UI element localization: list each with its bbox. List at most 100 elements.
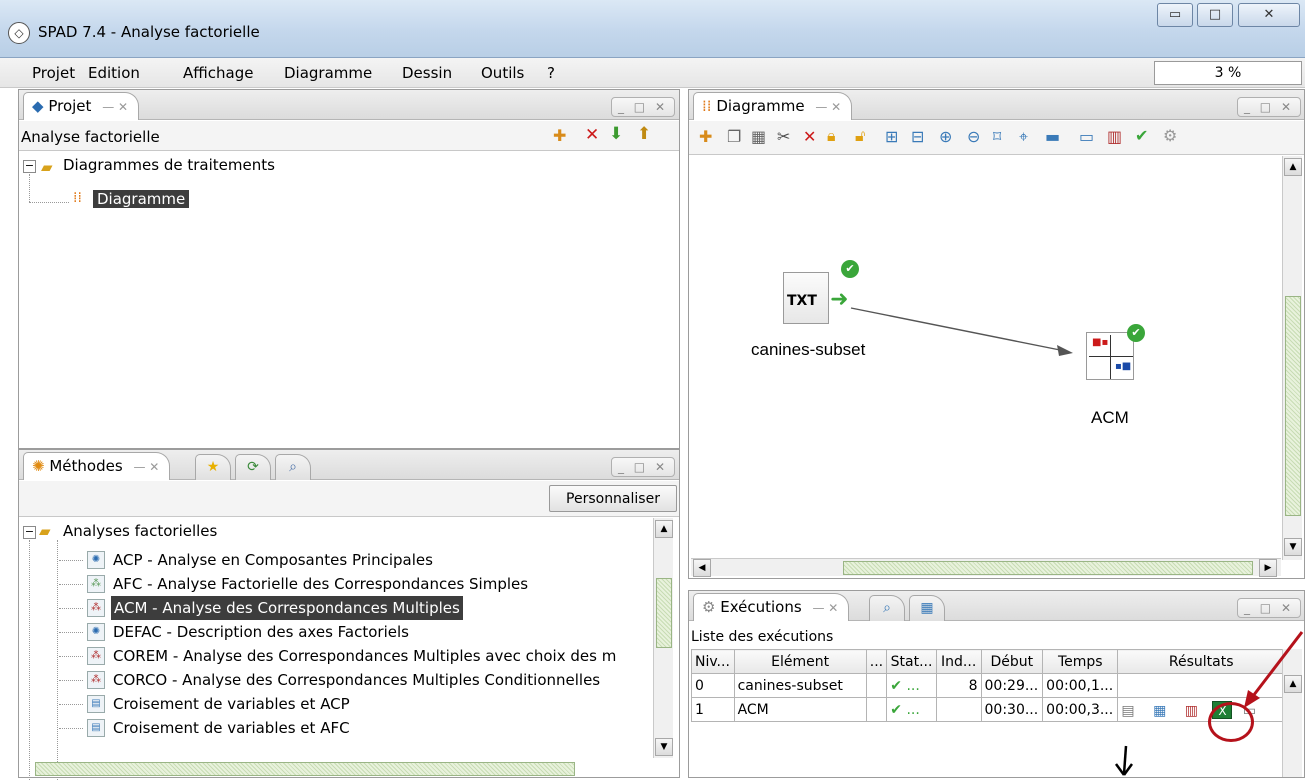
table-row[interactable]: 1 ACM ✔ ... 00:30... 00:00,3... ▤ ▦ ▥ X …	[691, 697, 1285, 722]
layout-icon[interactable]: ⊞	[885, 127, 898, 146]
settings-gear-icon[interactable]: ⚙	[1163, 126, 1177, 145]
copy-icon[interactable]: ❐	[727, 127, 741, 146]
refresh-tab-icon[interactable]: ⟳	[235, 454, 271, 480]
panel-minmax-buttons[interactable]: _ □ ✕	[611, 457, 675, 477]
center-icon[interactable]: ⌖	[1019, 127, 1028, 147]
chart-result-icon[interactable]: ▥	[1185, 703, 1198, 719]
menu-diagramme[interactable]: Diagramme	[284, 64, 372, 82]
minimize-button[interactable]: ▭	[1157, 3, 1193, 27]
menu-help[interactable]: ?	[547, 64, 555, 82]
tab-close-icon[interactable]: — ✕	[102, 100, 128, 114]
favorites-tab-icon[interactable]: ★	[195, 454, 231, 480]
method-item-acp[interactable]: ACP - Analyse en Composantes Principales	[113, 548, 433, 572]
menu-outils[interactable]: Outils	[481, 64, 524, 82]
tree-collapse-icon[interactable]: −	[23, 160, 36, 173]
method-item-defac[interactable]: DEFAC - Description des axes Factoriels	[113, 620, 409, 644]
tab-projet[interactable]: ◆ Projet — ✕	[23, 92, 140, 120]
col-stat[interactable]: Stat...	[886, 649, 937, 674]
tab-executions[interactable]: ⚙ Exécutions — ✕	[693, 593, 850, 621]
methods-vscroll[interactable]: ▲ ▼	[653, 518, 673, 758]
scroll-down-icon[interactable]: ▼	[1284, 538, 1302, 556]
methods-hscroll-thumb[interactable]	[35, 762, 575, 776]
methodes-toolbar: Personnaliser	[19, 481, 679, 517]
export-icon[interactable]: ⬆	[637, 124, 651, 144]
panel-minmax-buttons[interactable]: _ □ ✕	[1237, 97, 1301, 117]
search-tab-icon[interactable]: ⌕	[869, 595, 905, 621]
tree-item-diagramme[interactable]: Diagramme	[93, 190, 190, 208]
tab-close-icon[interactable]: — ✕	[815, 100, 841, 114]
menu-dessin[interactable]: Dessin	[402, 64, 452, 82]
col-ind[interactable]: Ind...	[935, 649, 982, 674]
menu-affichage[interactable]: Affichage	[183, 64, 253, 82]
zoom-in-icon[interactable]: ⊕	[939, 127, 952, 146]
personnaliser-button[interactable]: Personnaliser	[549, 485, 677, 512]
methods-group-label[interactable]: Analyses factorielles	[63, 522, 217, 540]
fit-icon[interactable]: ⌑	[993, 127, 1001, 146]
table-row[interactable]: 0 canines-subset ✔ ... 8 00:29... 00:00,…	[691, 673, 1285, 698]
method-item-acm[interactable]: ACM - Analyse des Correspondances Multip…	[111, 596, 463, 620]
close-button[interactable]: ✕	[1238, 3, 1300, 27]
add-icon[interactable]: ✚	[553, 126, 566, 145]
window-alt-icon[interactable]: ▭	[1079, 127, 1094, 146]
tab-projet-label: Projet	[48, 97, 92, 115]
tab-diagramme[interactable]: ⁞⁞ Diagramme — ✕	[693, 92, 853, 120]
method-item-afc[interactable]: AFC - Analyse Factorielle des Correspond…	[113, 572, 528, 596]
zoom-out-icon[interactable]: ⊖	[967, 127, 980, 146]
methodes-panel: ✺ Méthodes — ✕ ★ ⟳ ⌕ _ □ ✕ Personnaliser…	[18, 449, 680, 780]
tab-methodes[interactable]: ✺ Méthodes — ✕	[23, 452, 171, 480]
delete-icon[interactable]: ✕	[585, 125, 599, 145]
document-result-icon[interactable]: ▤	[1121, 703, 1134, 719]
scroll-up-icon[interactable]: ▲	[1284, 158, 1302, 176]
import-icon[interactable]: ⬇	[609, 124, 623, 144]
folder-open-icon: ▰	[39, 522, 51, 540]
scroll-right-icon[interactable]: ▶	[1259, 559, 1277, 577]
acm-node[interactable]: ■▪ ▪■	[1086, 332, 1134, 380]
table-result-icon[interactable]: ▦	[1153, 703, 1166, 719]
source-node[interactable]: TXT	[783, 272, 829, 324]
window-icon[interactable]: ▬	[1045, 127, 1060, 146]
hscroll-thumb[interactable]	[843, 561, 1253, 575]
source-node-label[interactable]: canines-subset	[751, 340, 865, 360]
align-icon[interactable]: ⊟	[911, 127, 924, 146]
panel-minmax-buttons[interactable]: _ □ ✕	[611, 97, 675, 117]
tab-close-icon[interactable]: — ✕	[133, 460, 159, 474]
cell-stat: ✔ ...	[886, 673, 937, 698]
panel-minmax-buttons[interactable]: _ □ ✕	[1237, 598, 1301, 618]
maximize-button[interactable]: □	[1197, 3, 1233, 27]
paste-icon[interactable]: ▦	[751, 127, 766, 146]
scroll-thumb[interactable]	[1285, 296, 1301, 516]
tab-close-icon[interactable]: — ✕	[812, 601, 838, 615]
col-temps[interactable]: Temps	[1042, 649, 1119, 674]
method-item-corem[interactable]: COREM - Analyse des Correspondances Mult…	[113, 644, 651, 668]
acm-node-label[interactable]: ACM	[1091, 408, 1129, 428]
table-tab-icon[interactable]: ▦	[909, 595, 945, 621]
scroll-thumb[interactable]	[656, 578, 672, 648]
delete-icon[interactable]: ✕	[803, 127, 816, 146]
col-element[interactable]: Elément	[733, 649, 867, 674]
unlock-icon[interactable]: 🔓︎	[855, 126, 865, 146]
add-node-icon[interactable]: ✚	[699, 127, 712, 146]
chart-icon[interactable]: ▥	[1107, 127, 1122, 146]
diagram-vscroll[interactable]: ▲ ▼	[1282, 156, 1302, 560]
scroll-left-icon[interactable]: ◀	[693, 559, 711, 577]
method-item-corco[interactable]: CORCO - Analyse des Correspondances Mult…	[113, 668, 600, 692]
search-tab-icon[interactable]: ⌕	[275, 454, 311, 480]
projet-panel: ◆ Projet — ✕ _ □ ✕ Analyse factorielle ✚…	[18, 89, 680, 449]
scroll-down-icon[interactable]: ▼	[655, 738, 673, 756]
menu-projet[interactable]: Projet	[32, 64, 75, 82]
col-dots[interactable]: ...	[865, 649, 888, 674]
method-item-croisement-acp[interactable]: Croisement de variables et ACP	[113, 692, 350, 716]
tree-collapse-icon[interactable]: −	[23, 526, 36, 539]
annotation-arrow	[1244, 631, 1304, 708]
scroll-up-icon[interactable]: ▲	[655, 520, 673, 538]
cut-icon[interactable]: ✂	[777, 127, 790, 146]
diagram-hscroll[interactable]: ◀ ▶	[691, 558, 1281, 577]
menu-edition[interactable]: Edition	[88, 64, 140, 82]
run-check-icon[interactable]: ✔	[1135, 126, 1148, 145]
cell-element: canines-subset	[733, 673, 867, 698]
lock-icon[interactable]: 🔒︎	[827, 126, 836, 146]
method-item-croisement-afc[interactable]: Croisement de variables et AFC	[113, 716, 350, 740]
tree-root-label[interactable]: Diagrammes de traitements	[63, 156, 275, 174]
col-niv[interactable]: Niv...	[691, 649, 735, 674]
col-debut[interactable]: Début	[980, 649, 1044, 674]
